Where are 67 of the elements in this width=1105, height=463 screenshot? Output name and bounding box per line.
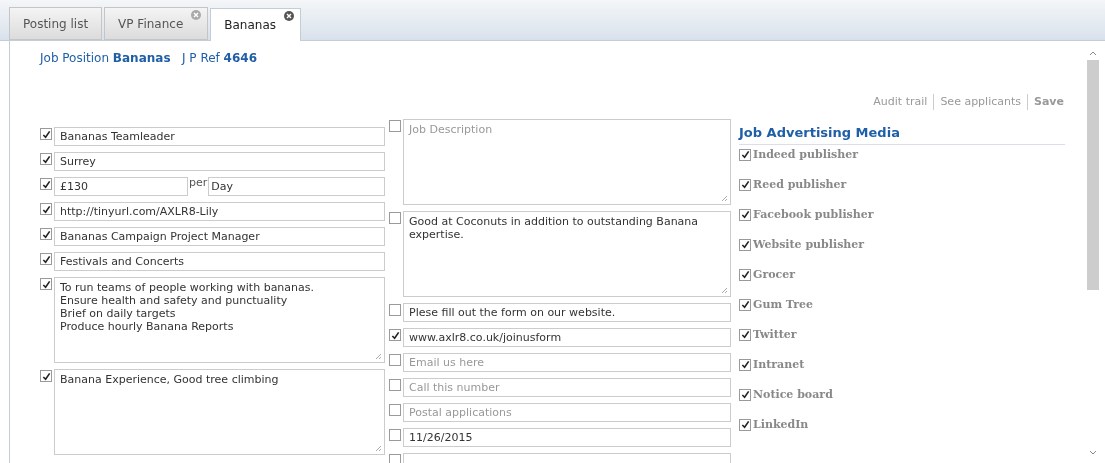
scroll-down-icon[interactable] [1088,450,1097,455]
tab[interactable]: Bananas [210,8,302,41]
media-label: LinkedIn [753,416,809,433]
text-field[interactable]: Festivals and Concerts [54,252,385,271]
text-field[interactable]: Email us here [403,353,731,372]
text-field[interactable]: Plese fill out the form on our website. [403,303,731,322]
checkbox[interactable] [389,404,401,416]
text-field[interactable]: http://tinyurl.com/AXLR8-Lily [54,202,385,221]
per-label: per [188,177,209,189]
section-heading: Job Advertising Media [739,123,1065,145]
checkbox[interactable] [389,120,401,132]
unit-field[interactable]: Day [208,177,385,196]
close-icon[interactable] [284,11,295,21]
resize-grip-icon[interactable] [721,195,728,202]
resize-grip-icon[interactable] [721,287,728,294]
scroll-up-icon[interactable] [1088,51,1097,56]
media-label: Website publisher [753,236,865,253]
checkbox[interactable] [40,153,52,165]
text-area[interactable]: Good at Coconuts in addition to outstanding Banana expertise. [403,211,731,297]
job-position-title: Job Position Bananas J P Ref 4646 [40,50,258,67]
checkbox[interactable] [739,388,751,401]
checkbox[interactable] [40,278,52,290]
text-area[interactable]: To run teams of people working with bananas. Ensure health and safety and punctuality Brief on daily targets Produce hourly Banana Reports [54,277,385,363]
text-field[interactable]: Call this number [403,378,731,397]
checkbox[interactable] [739,328,751,341]
checkbox[interactable] [739,208,751,221]
media-label: Notice board [753,386,833,403]
checkbox[interactable] [389,304,401,316]
checkbox[interactable] [739,358,751,371]
checkbox[interactable] [739,268,751,281]
checkbox[interactable] [739,178,751,191]
media-label: Reed publisher [753,176,847,193]
media-label: Gum Tree [753,296,814,313]
media-label: Facebook publisher [753,206,874,223]
media-label: Twitter [753,326,797,343]
resize-grip-icon[interactable] [375,353,382,360]
checkbox[interactable] [739,298,751,311]
checkbox[interactable] [739,148,751,161]
media-label: Indeed publisher [753,146,859,163]
text-field[interactable]: 11/26/2015 [403,428,731,447]
text-field[interactable]: Surrey [54,152,385,171]
checkbox[interactable] [40,370,52,382]
checkbox[interactable] [40,253,52,265]
checkbox[interactable] [389,379,401,391]
tab[interactable]: Posting list [9,7,103,40]
checkbox[interactable] [389,429,401,441]
text-field[interactable]: Postal applications [403,403,731,422]
text-field[interactable]: Bananas Teamleader [54,127,385,146]
checkbox[interactable] [40,228,52,240]
checkbox[interactable] [40,128,52,140]
resize-grip-icon[interactable] [375,445,382,452]
checkbox[interactable] [739,238,751,251]
tab[interactable]: VP Finance [104,7,209,40]
scroll-thumb[interactable] [1086,60,1099,290]
checkbox[interactable] [40,178,52,190]
checkbox[interactable] [389,212,401,224]
media-label: Intranet [753,356,805,373]
text-area[interactable]: Banana Experience, Good tree climbing [54,369,385,455]
checkbox[interactable] [389,329,401,341]
text-field[interactable]: Bananas Campaign Project Manager [54,227,385,246]
salary-field[interactable]: £130 [54,177,188,196]
checkbox[interactable] [739,418,751,431]
checkbox[interactable] [389,454,401,463]
checkbox[interactable] [389,354,401,366]
text-field[interactable]: www.axlr8.co.uk/joinusform [403,328,731,347]
checkbox[interactable] [40,203,52,215]
media-label: Grocer [753,266,796,283]
